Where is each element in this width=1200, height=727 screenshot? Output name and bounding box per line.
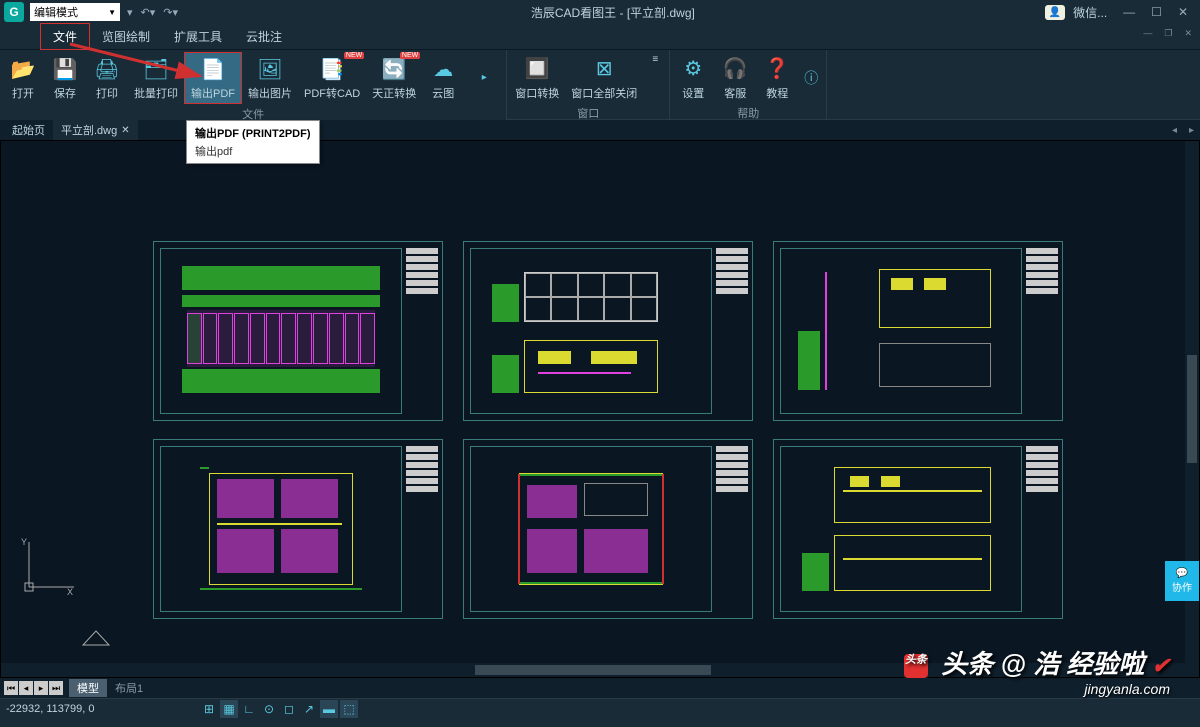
status-snap-icon[interactable]: ▦ (220, 700, 238, 718)
tooltip-desc: 输出pdf (195, 143, 311, 159)
qat-redo-icon[interactable]: ↷▾ (160, 6, 181, 19)
file-group-label: 文件 (0, 106, 506, 120)
pdf-convert-icon: 📑 (318, 55, 346, 83)
pdf-export-icon: 📄 (199, 55, 227, 83)
sub-minimize-icon[interactable]: — (1139, 28, 1156, 39)
wechat-label[interactable]: 微信... (1073, 4, 1107, 21)
close-all-windows-button[interactable]: ⊠窗口全部关闭 (565, 52, 643, 103)
cooperate-button[interactable]: 💬 协作 (1165, 561, 1199, 601)
batch-print-button[interactable]: 🗂批量打印 (128, 52, 184, 104)
layout-tab-layout1[interactable]: 布局1 (107, 679, 151, 697)
user-badge[interactable]: 👤 (1045, 5, 1065, 20)
view-triangle-icon (81, 627, 111, 647)
qat-undo-icon[interactable]: ↶▾ (138, 6, 159, 19)
layout-tab-model[interactable]: 模型 (69, 679, 107, 697)
ribbon-expand-button[interactable]: ▸ (464, 52, 504, 104)
support-button[interactable]: 🎧客服 (714, 52, 756, 103)
window-group-label: 窗口 (507, 105, 669, 119)
image-export-icon: 🖼 (256, 55, 284, 83)
chat-icon: 💬 (1176, 568, 1188, 579)
next-layout-icon[interactable]: ▸ (34, 681, 48, 695)
switch-window-button[interactable]: 🔲窗口转换 (509, 52, 565, 103)
folder-icon: 📂 (9, 55, 37, 83)
cloud-button[interactable]: ☁云图 (422, 52, 464, 104)
window-switch-icon: 🔲 (523, 55, 551, 83)
maximize-button[interactable]: ☐ (1143, 5, 1170, 19)
menu-cloud-annotate[interactable]: 云批注 (234, 24, 294, 49)
close-all-icon: ⊠ (590, 55, 618, 83)
tutorial-button[interactable]: ❓教程 (756, 52, 798, 103)
gear-icon: ⚙ (679, 55, 707, 83)
export-pdf-tooltip: 输出PDF (PRINT2PDF) 输出pdf (186, 120, 320, 164)
first-layout-icon[interactable]: ⏮ (4, 681, 18, 695)
drawing-sheet (463, 241, 753, 421)
window-title: 浩辰CAD看图王 - [平立剖.dwg] (181, 4, 1045, 21)
save-icon: 💾 (51, 55, 79, 83)
tab-start-page[interactable]: 起始页 (4, 120, 53, 140)
horizontal-scrollbar[interactable] (1, 663, 1185, 677)
menu-view-draw[interactable]: 览图绘制 (90, 24, 162, 49)
tab-document[interactable]: 平立剖.dwg✕ (53, 120, 138, 140)
convert-icon: 🔄 (380, 55, 408, 83)
mode-dropdown[interactable]: 编辑模式 ▼ (30, 3, 120, 21)
tabs-next-icon[interactable]: ▸ (1183, 125, 1200, 136)
drawing-canvas[interactable]: Y X 💬 协作 (0, 140, 1200, 678)
coordinates-display: -22932, 113799, 0 (6, 703, 94, 715)
open-button[interactable]: 📂打开 (2, 52, 44, 104)
help-group-label: 帮助 (670, 105, 826, 119)
minimize-button[interactable]: — (1115, 5, 1143, 19)
info-icon: ⓘ (804, 68, 818, 88)
new-badge: NEW (344, 52, 364, 59)
drawing-sheet (773, 241, 1063, 421)
ucs-icon: Y X (19, 537, 79, 597)
menu-extensions[interactable]: 扩展工具 (162, 24, 234, 49)
menu-file[interactable]: 文件 (40, 23, 90, 50)
qat-dropdown-icon[interactable]: ▾ (124, 6, 136, 19)
status-lineweight-icon[interactable]: ▬ (320, 700, 338, 718)
last-layout-icon[interactable]: ⏭ (49, 681, 63, 695)
tianzheng-button[interactable]: NEW🔄天正转换 (366, 52, 422, 104)
settings-button[interactable]: ⚙设置 (672, 52, 714, 103)
pdf-to-cad-button[interactable]: NEW📑PDF转CAD (298, 52, 366, 104)
status-track-icon[interactable]: ↗ (300, 700, 318, 718)
tab-close-icon[interactable]: ✕ (121, 125, 129, 136)
help-icon: ❓ (763, 55, 791, 83)
drawing-sheet (153, 439, 443, 619)
export-pdf-button[interactable]: 📄输出PDF (184, 52, 242, 104)
tabs-prev-icon[interactable]: ◂ (1166, 125, 1183, 136)
svg-text:Y: Y (21, 537, 27, 547)
status-grid-icon[interactable]: ⊞ (200, 700, 218, 718)
cloud-icon: ☁ (429, 55, 457, 83)
status-polar-icon[interactable]: ⊙ (260, 700, 278, 718)
drawing-sheet (463, 439, 753, 619)
new-badge: NEW (400, 52, 420, 59)
sub-close-icon[interactable]: ✕ (1180, 28, 1196, 39)
print-icon: 🖨 (93, 55, 121, 83)
list-icon: ≡ (652, 54, 658, 65)
expand-icon: ▸ (470, 63, 498, 91)
svg-text:X: X (67, 587, 73, 597)
status-ortho-icon[interactable]: ∟ (240, 700, 258, 718)
chevron-down-icon: ▼ (108, 8, 116, 17)
more-button[interactable]: ⓘ (798, 52, 824, 103)
prev-layout-icon[interactable]: ◂ (19, 681, 33, 695)
tooltip-title: 输出PDF (PRINT2PDF) (195, 125, 311, 141)
status-osnap-icon[interactable]: ◻ (280, 700, 298, 718)
app-logo: G (4, 2, 24, 22)
export-image-button[interactable]: 🖼输出图片 (242, 52, 298, 104)
sub-restore-icon[interactable]: ❐ (1160, 28, 1176, 39)
batch-print-icon: 🗂 (142, 55, 170, 83)
drawing-sheet (153, 241, 443, 421)
window-list-button[interactable]: ≡ (643, 52, 667, 103)
print-button[interactable]: 🖨打印 (86, 52, 128, 104)
status-model-icon[interactable]: ⬚ (340, 700, 358, 718)
headset-icon: 🎧 (721, 55, 749, 83)
save-button[interactable]: 💾保存 (44, 52, 86, 104)
quick-access-toolbar: ▾ ↶▾ ↷▾ (124, 6, 181, 19)
close-button[interactable]: ✕ (1170, 5, 1196, 19)
drawing-sheet (773, 439, 1063, 619)
mode-label: 编辑模式 (34, 4, 78, 20)
